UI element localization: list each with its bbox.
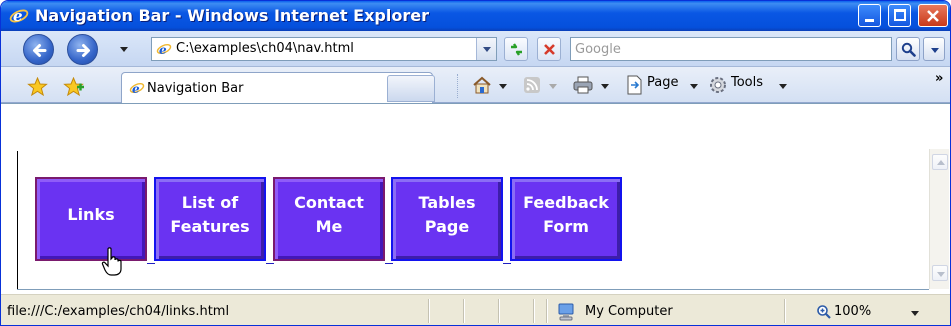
status-url: file:///C:/examples/ch04/links.html xyxy=(7,304,230,319)
address-dropdown-button[interactable] xyxy=(476,38,496,60)
nav-button-feedback-form[interactable]: Feedback Form xyxy=(510,177,622,261)
page-icon: e xyxy=(129,82,145,96)
link-underline xyxy=(266,263,274,264)
content-left-border xyxy=(17,151,18,289)
minimize-icon xyxy=(865,19,874,22)
vertical-scrollbar[interactable] xyxy=(929,149,949,289)
nav-button-links[interactable]: Links xyxy=(35,177,147,261)
print-dropdown-icon[interactable] xyxy=(601,84,609,89)
svg-text:e: e xyxy=(159,43,167,57)
search-box[interactable] xyxy=(570,37,892,61)
zoom-dropdown-icon[interactable] xyxy=(911,311,919,316)
status-divider xyxy=(784,299,785,323)
tab-label: Navigation Bar xyxy=(147,81,244,96)
nav-button-label: List of Features xyxy=(170,193,250,236)
tools-dropdown-icon[interactable] xyxy=(779,84,787,89)
address-text: C:\examples\ch04\nav.html xyxy=(176,41,354,56)
nav-button-contact-me[interactable]: Contact Me xyxy=(273,177,385,261)
status-zone: My Computer xyxy=(585,304,673,319)
print-icon[interactable] xyxy=(572,75,594,95)
page-menu-label[interactable]: Page xyxy=(647,75,678,90)
status-divider xyxy=(498,299,499,323)
forward-button[interactable] xyxy=(67,34,98,65)
toolbar-divider xyxy=(457,74,458,98)
navigation-bar: e C:\examples\ch04\nav.html xyxy=(1,31,950,67)
status-divider xyxy=(463,299,464,323)
hand-cursor-icon xyxy=(101,247,122,276)
link-underline xyxy=(385,263,393,264)
nav-button-list-of-features[interactable]: List of Features xyxy=(154,177,266,261)
page-menu-icon[interactable] xyxy=(626,75,644,95)
chevron-up-icon xyxy=(937,160,945,165)
status-zoom[interactable]: 100% xyxy=(834,304,871,319)
toolbar-overflow-chevron[interactable]: » xyxy=(935,71,943,86)
page-dropdown-icon[interactable] xyxy=(690,84,698,89)
nav-button-label: Links xyxy=(67,205,115,224)
back-button[interactable] xyxy=(23,34,54,65)
title-bar[interactable]: e Navigation Bar - Windows Internet Expl… xyxy=(1,1,950,31)
status-bar: file:///C:/examples/ch04/links.html My C… xyxy=(1,294,950,325)
scroll-down-button[interactable] xyxy=(932,265,948,281)
svg-text:e: e xyxy=(132,82,140,96)
stop-button[interactable] xyxy=(537,37,561,61)
back-icon xyxy=(33,44,47,57)
forward-icon xyxy=(76,44,90,57)
refresh-button[interactable] xyxy=(504,37,528,61)
ie-logo-icon: e xyxy=(9,7,29,25)
computer-zone-icon xyxy=(558,303,574,321)
window-title: Navigation Bar - Windows Internet Explor… xyxy=(35,6,429,25)
content-bottom-border xyxy=(17,289,929,290)
browser-window: e Navigation Bar - Windows Internet Expl… xyxy=(0,0,951,326)
home-dropdown-icon[interactable] xyxy=(499,84,507,89)
link-underline xyxy=(503,263,511,264)
feeds-icon[interactable] xyxy=(523,76,541,94)
status-divider xyxy=(428,299,429,323)
search-options-button[interactable] xyxy=(923,37,945,61)
add-favorites-icon[interactable] xyxy=(63,77,85,96)
new-tab-button[interactable] xyxy=(387,75,435,102)
search-input[interactable] xyxy=(575,39,875,59)
status-divider xyxy=(533,299,534,323)
page-icon: e xyxy=(156,43,172,57)
chevron-down-icon xyxy=(931,48,939,53)
address-bar[interactable]: e C:\examples\ch04\nav.html xyxy=(151,37,497,61)
feeds-dropdown-icon xyxy=(549,84,557,89)
svg-text:e: e xyxy=(13,7,23,25)
stop-icon xyxy=(544,44,555,55)
search-button[interactable] xyxy=(896,37,920,61)
scroll-up-button[interactable] xyxy=(932,154,948,170)
nav-button-tables-page[interactable]: Tables Page xyxy=(391,177,503,261)
frame-gap xyxy=(1,103,950,149)
nav-button-label: Feedback Form xyxy=(523,193,609,236)
chevron-down-icon xyxy=(483,47,491,52)
tools-menu-label[interactable]: Tools xyxy=(731,75,763,90)
gear-icon[interactable] xyxy=(708,75,728,95)
close-icon xyxy=(927,10,939,22)
nav-button-label: Contact Me xyxy=(294,193,364,236)
command-bar: e Navigation Bar Page Tools » xyxy=(1,67,950,103)
home-icon[interactable] xyxy=(471,75,493,95)
close-button[interactable] xyxy=(918,4,948,27)
maximize-button[interactable] xyxy=(888,4,911,27)
minimize-button[interactable] xyxy=(858,4,881,27)
status-divider xyxy=(546,299,547,323)
link-underline xyxy=(147,263,155,264)
nav-button-label: Tables Page xyxy=(418,193,476,236)
search-icon xyxy=(901,42,916,57)
zoom-icon[interactable] xyxy=(816,304,832,320)
chevron-down-icon xyxy=(937,272,945,277)
favorites-star-icon[interactable] xyxy=(27,77,48,96)
maximize-icon xyxy=(894,9,906,21)
refresh-icon xyxy=(511,43,522,56)
recent-pages-dropdown-icon[interactable] xyxy=(120,47,128,52)
